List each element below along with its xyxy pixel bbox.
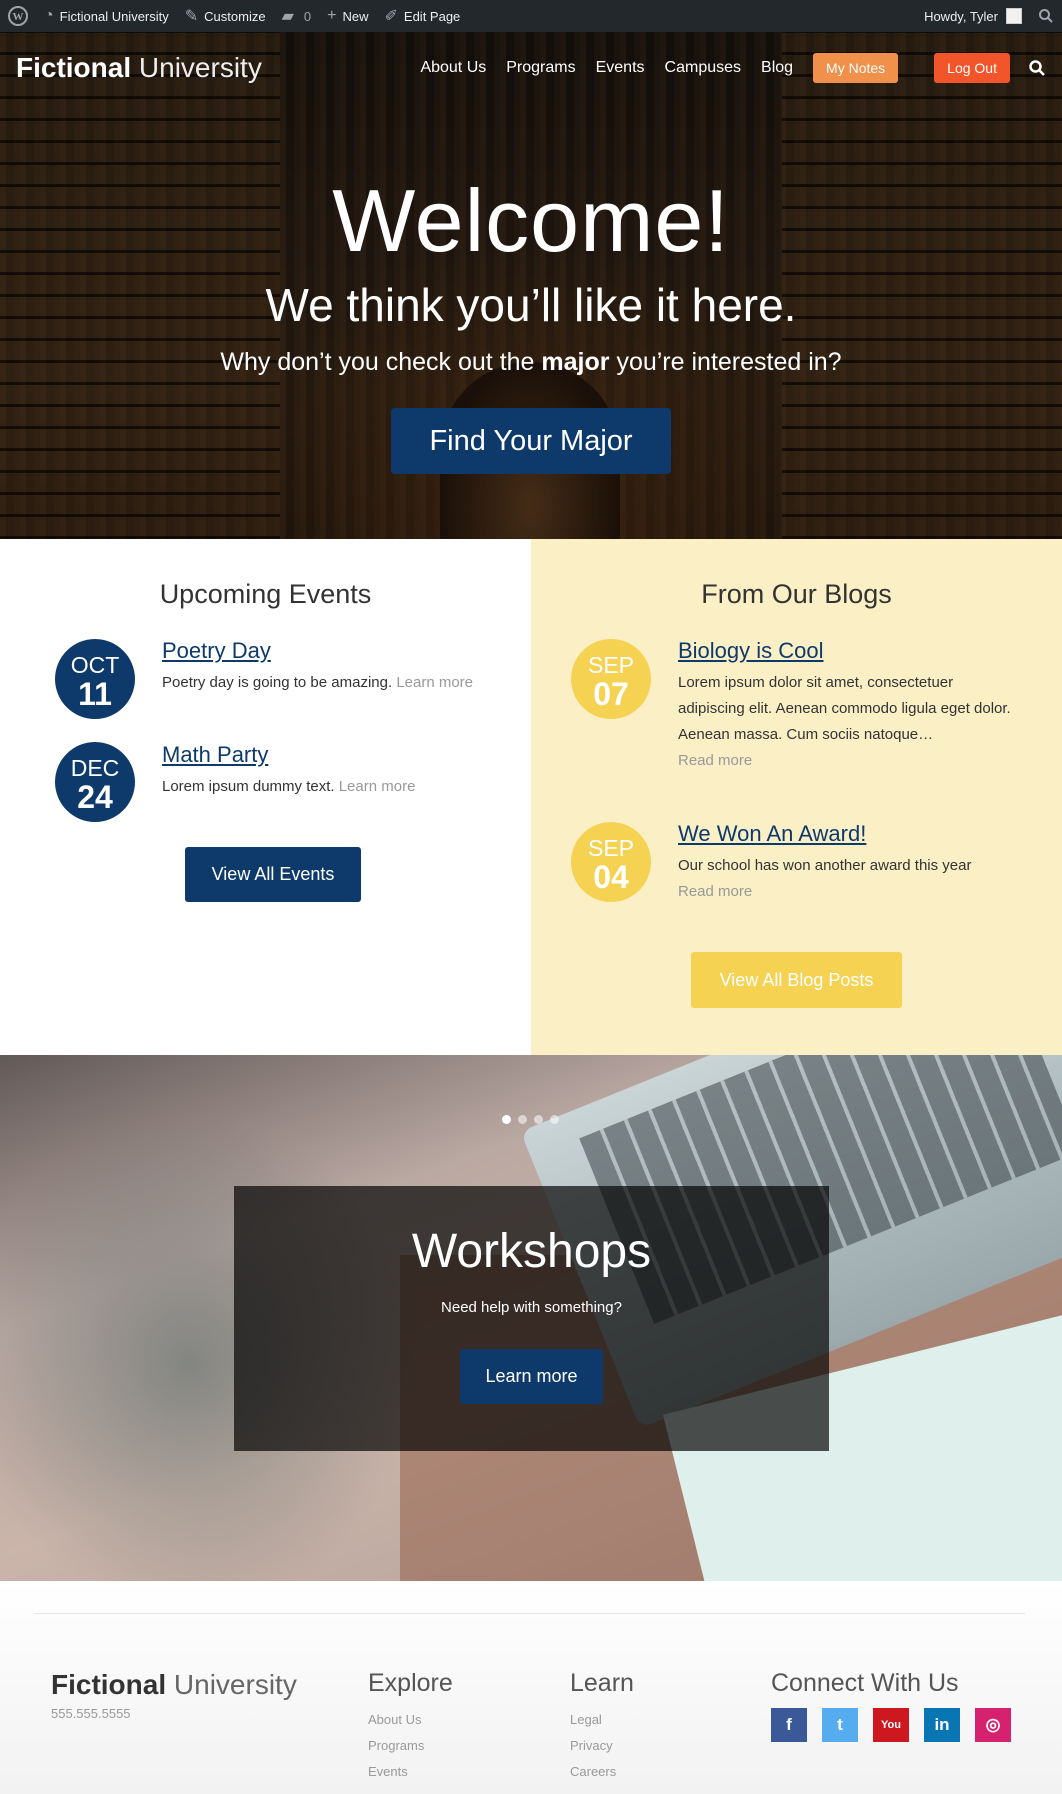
footer-connect-title: Connect With Us (771, 1669, 959, 1697)
wp-admin-bar: W ◔ Fictional University ✎ Customize ▰ 0… (0, 0, 1062, 32)
upcoming-events-section: Upcoming Events OCT 11 Poetry Day Poetry… (0, 539, 531, 1055)
slider-dot[interactable] (502, 1115, 511, 1124)
slider-dot[interactable] (534, 1115, 543, 1124)
footer-phone: 555.555.5555 (51, 1706, 131, 1721)
learn-more-link[interactable]: Learn more (339, 778, 416, 795)
slide-learn-more-button[interactable]: Learn more (460, 1349, 603, 1404)
slider-dots (502, 1115, 566, 1124)
site-logo[interactable]: Fictional University (16, 52, 262, 84)
footer-divider (35, 1613, 1025, 1614)
event-title-link[interactable]: Poetry Day (162, 638, 271, 664)
blog-excerpt: Lorem ipsum dolor sit amet, consectetuer… (678, 670, 1018, 774)
site-footer: Fictional University 555.555.5555 Explor… (0, 1581, 1062, 1794)
admin-edit-page[interactable]: ✐ Edit Page (377, 0, 469, 32)
slider-dot[interactable] (518, 1115, 527, 1124)
footer-link-events[interactable]: Events (368, 1764, 408, 1779)
my-notes-button[interactable]: My Notes (813, 53, 899, 83)
dashboard-icon: ◔ (44, 7, 54, 24)
linkedin-icon[interactable]: in (924, 1708, 960, 1742)
footer-link-legal[interactable]: Legal (570, 1712, 602, 1727)
find-your-major-button[interactable]: Find Your Major (391, 408, 671, 474)
event-date-badge[interactable]: DEC 24 (55, 742, 135, 822)
from-our-blogs-section: From Our Blogs SEP 07 Biology is Cool Lo… (531, 539, 1062, 1055)
wordpress-logo-icon[interactable]: W (0, 0, 36, 32)
footer-link-programs[interactable]: Programs (368, 1738, 424, 1753)
log-out-button[interactable]: Log Out (934, 53, 1010, 83)
view-all-events-button[interactable]: View All Events (185, 847, 361, 902)
footer-logo[interactable]: Fictional University (51, 1669, 297, 1701)
brush-icon: ✎ (184, 8, 199, 25)
nav-campuses[interactable]: Campuses (665, 59, 741, 77)
youtube-icon[interactable]: You (873, 1708, 909, 1742)
blog-excerpt: Our school has won another award this ye… (678, 853, 1018, 905)
admin-customize[interactable]: ✎ Customize (177, 0, 274, 32)
twitter-icon[interactable]: t (822, 1708, 858, 1742)
hero-prompt: Why don’t you check out the major you’re… (220, 348, 842, 376)
event-date-badge[interactable]: OCT 11 (55, 639, 135, 719)
site-header: Fictional University About Us Programs E… (0, 32, 1062, 104)
view-all-blog-posts-button[interactable]: View All Blog Posts (691, 952, 902, 1008)
nav-blog[interactable]: Blog (761, 59, 793, 77)
instagram-icon[interactable]: ◎ (975, 1708, 1011, 1742)
slide-overlay: Workshops Need help with something? Lear… (234, 1186, 829, 1451)
main-nav: About Us Programs Events Campuses Blog M… (400, 53, 1046, 83)
slide-subtitle: Need help with something? (441, 1299, 622, 1316)
blogs-title: From Our Blogs (701, 579, 892, 609)
hero-title: Welcome! (332, 171, 730, 270)
events-title: Upcoming Events (159, 579, 372, 609)
search-icon[interactable] (1028, 59, 1046, 77)
blog-title-link[interactable]: We Won An Award! (678, 821, 866, 847)
hero-slider: Workshops Need help with something? Lear… (0, 1055, 1062, 1581)
slider-dot[interactable] (550, 1115, 559, 1124)
admin-site-name[interactable]: ◔ Fictional University (36, 0, 177, 32)
svg-text:W: W (13, 11, 24, 23)
facebook-icon[interactable]: f (771, 1708, 807, 1742)
event-excerpt: Lorem ipsum dummy text. Learn more (162, 778, 416, 795)
nav-events[interactable]: Events (596, 59, 645, 77)
admin-search-icon[interactable] (1030, 0, 1062, 32)
learn-more-link[interactable]: Learn more (396, 674, 473, 691)
event-title-link[interactable]: Math Party (162, 742, 268, 768)
footer-link-privacy[interactable]: Privacy (570, 1738, 613, 1753)
footer-link-careers[interactable]: Careers (570, 1764, 616, 1779)
avatar (1006, 8, 1022, 24)
blog-date-badge[interactable]: SEP 07 (571, 639, 651, 719)
admin-account[interactable]: Howdy, Tyler (916, 0, 1030, 32)
blog-date-badge[interactable]: SEP 04 (571, 822, 651, 902)
comment-icon: ▰ (281, 8, 294, 25)
admin-new[interactable]: + New (319, 0, 376, 32)
blog-title-link[interactable]: Biology is Cool (678, 638, 824, 664)
nav-about-us[interactable]: About Us (420, 59, 486, 77)
slide-title: Workshops (411, 1225, 652, 1278)
read-more-link[interactable]: Read more (678, 748, 1018, 774)
hero-subtitle: We think you’ll like it here. (265, 279, 797, 331)
footer-learn-title: Learn (570, 1669, 634, 1697)
footer-explore-title: Explore (368, 1669, 453, 1697)
plus-icon: + (327, 7, 337, 24)
read-more-link[interactable]: Read more (678, 879, 1018, 905)
event-excerpt: Poetry day is going to be amazing. Learn… (162, 674, 474, 691)
pencil-icon: ✐ (384, 8, 398, 25)
admin-comments[interactable]: ▰ 0 (274, 0, 320, 32)
nav-programs[interactable]: Programs (506, 59, 575, 77)
footer-link-about-us[interactable]: About Us (368, 1712, 421, 1727)
